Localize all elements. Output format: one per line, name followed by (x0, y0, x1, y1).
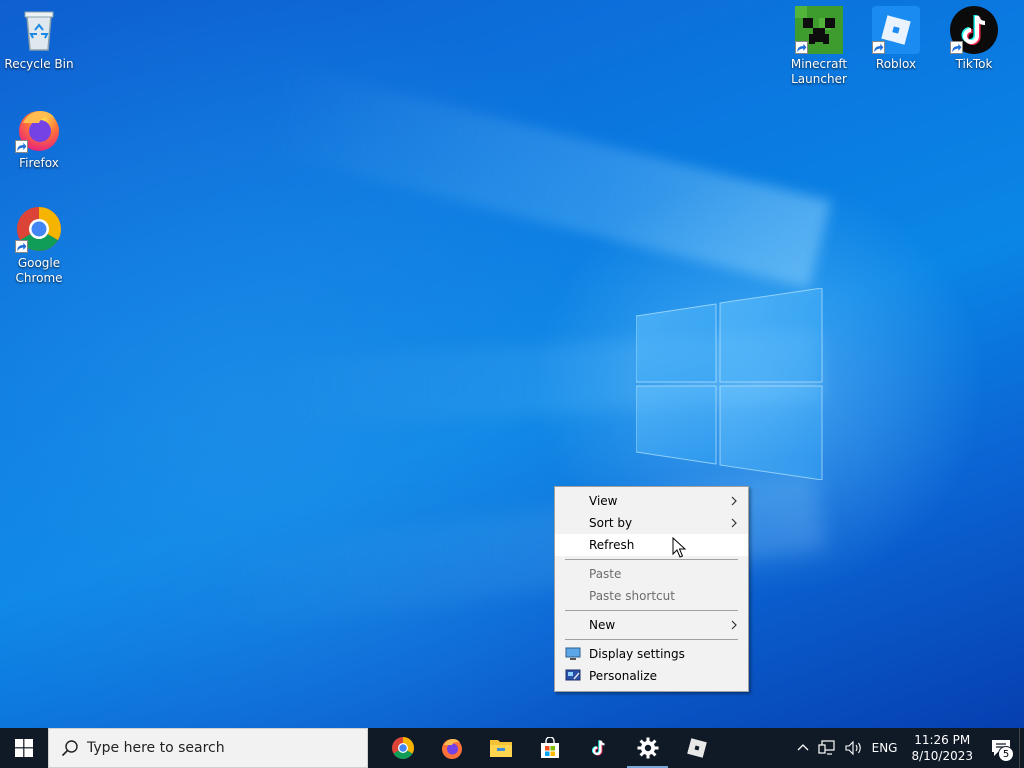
menu-item-new[interactable]: New (555, 614, 748, 636)
menu-item-label: Personalize (589, 669, 658, 683)
network-button[interactable] (814, 728, 840, 768)
notification-count-badge: 5 (998, 746, 1014, 762)
menu-item-label: Sort by (589, 516, 633, 530)
menu-item-label: View (589, 494, 618, 508)
shortcut-arrow-icon (15, 240, 28, 253)
clock-time: 11:26 PM (914, 733, 971, 747)
menu-item-label: Refresh (589, 538, 635, 552)
menu-item-label: Paste (589, 567, 622, 581)
taskbar-app-file-explorer[interactable] (476, 728, 525, 768)
settings-icon (637, 737, 658, 759)
start-button[interactable] (0, 728, 48, 768)
firefox-icon (441, 739, 462, 759)
desktop-icon-label: Minecraft Launcher (790, 57, 848, 86)
menu-item-paste[interactable]: Paste (555, 563, 748, 585)
mouse-cursor-icon (672, 537, 686, 558)
chevron-right-icon (731, 496, 737, 506)
desktop-icon-roblox[interactable]: Roblox (857, 6, 935, 72)
store-icon (540, 737, 559, 758)
input-language-button[interactable]: ENG (868, 728, 902, 768)
menu-item-sort-by[interactable]: Sort by (555, 512, 748, 534)
desktop-icon-label: Firefox (19, 156, 59, 170)
desktop-context-menu: View Sort by Refresh Paste Paste shortcu… (554, 486, 749, 692)
language-indicator: ENG (871, 741, 898, 755)
taskbar: Type here to search ENG 11:26 PM 8/10/20… (0, 728, 1024, 768)
shortcut-arrow-icon (950, 41, 963, 54)
desktop-icon-label: TikTok (955, 57, 993, 71)
desktop-icon-label: Roblox (875, 57, 917, 71)
taskbar-app-roblox[interactable] (672, 728, 721, 768)
firefox-icon (15, 105, 63, 153)
desktop-icon-label: Recycle Bin (4, 57, 74, 71)
menu-separator (555, 607, 748, 614)
menu-separator (555, 636, 748, 643)
menu-separator (555, 556, 748, 563)
volume-button[interactable] (840, 728, 868, 768)
desktop-icon-recycle-bin[interactable]: Recycle Bin (0, 6, 78, 72)
tiktok-icon (950, 6, 998, 54)
display-icon (565, 647, 581, 660)
taskbar-app-store[interactable] (525, 728, 574, 768)
taskbar-app-tiktok[interactable] (574, 728, 623, 768)
personalize-icon (565, 669, 581, 681)
menu-item-personalize[interactable]: Personalize (555, 665, 748, 687)
windows-start-icon (15, 739, 33, 757)
windows-logo-wallpaper (636, 288, 823, 480)
desktop-icon-firefox[interactable]: Firefox (0, 105, 78, 171)
shortcut-arrow-icon (872, 41, 885, 54)
chevron-right-icon (731, 518, 737, 528)
show-desktop-button[interactable] (1019, 728, 1024, 768)
file-explorer-icon (489, 740, 512, 757)
light-beam (265, 65, 831, 289)
chevron-up-icon (797, 744, 809, 751)
minecraft-icon (795, 6, 843, 54)
menu-item-refresh[interactable]: Refresh (555, 534, 748, 556)
menu-item-display-settings[interactable]: Display settings (555, 643, 748, 665)
chrome-icon (391, 737, 414, 759)
menu-item-label: Paste shortcut (589, 589, 675, 603)
network-icon (818, 740, 835, 755)
speaker-icon (845, 740, 861, 756)
desktop-icon-minecraft-launcher[interactable]: Minecraft Launcher (780, 6, 858, 87)
menu-item-label: Display settings (589, 647, 685, 661)
menu-item-view[interactable]: View (555, 490, 748, 512)
shortcut-arrow-icon (795, 41, 808, 54)
show-hidden-icons-button[interactable] (792, 728, 814, 768)
clock-date: 8/10/2023 (911, 749, 973, 763)
taskbar-app-chrome[interactable] (378, 728, 427, 768)
shortcut-arrow-icon (15, 140, 28, 153)
desktop[interactable]: Recycle Bin Firefox Google Chrome Minecr… (0, 0, 1024, 728)
desktop-icon-google-chrome[interactable]: Google Chrome (0, 205, 78, 286)
chrome-icon (15, 205, 63, 253)
system-tray: ENG 11:26 PM 8/10/2023 5 (792, 728, 1024, 768)
desktop-icon-tiktok[interactable]: TikTok (935, 6, 1013, 72)
tiktok-icon (591, 740, 605, 756)
taskbar-app-settings[interactable] (623, 728, 672, 768)
search-icon (61, 740, 78, 757)
roblox-icon (686, 738, 707, 758)
taskbar-search-box[interactable]: Type here to search (48, 728, 368, 768)
menu-item-label: New (589, 618, 616, 632)
clock-button[interactable]: 11:26 PM 8/10/2023 (901, 728, 983, 768)
desktop-icon-label: Google Chrome (15, 256, 63, 285)
chevron-right-icon (731, 620, 737, 630)
taskbar-app-firefox[interactable] (427, 728, 476, 768)
action-center-button[interactable]: 5 (983, 728, 1019, 768)
search-placeholder: Type here to search (87, 740, 225, 756)
menu-item-paste-shortcut[interactable]: Paste shortcut (555, 585, 748, 607)
roblox-icon (872, 6, 920, 54)
recycle-bin-icon (15, 6, 63, 54)
